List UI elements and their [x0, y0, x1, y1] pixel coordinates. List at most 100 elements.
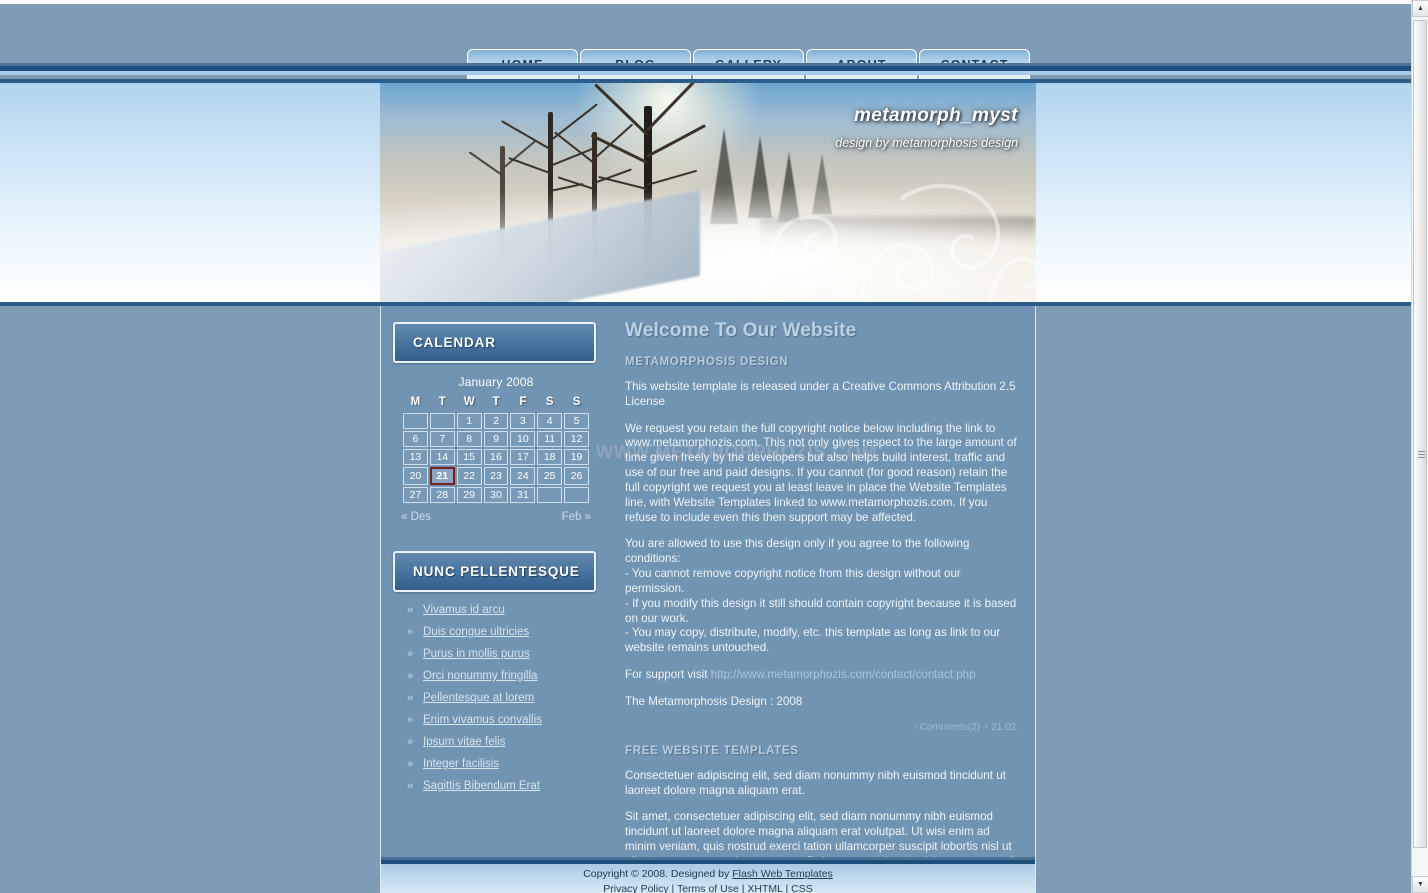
calendar-day[interactable]: 20 — [403, 467, 428, 485]
calendar-week-row: 27 28 29 30 31 — [403, 487, 589, 503]
copyright-text: Copyright © 2008. Designed by — [583, 868, 733, 880]
footer-link-privacy-policy[interactable]: Privacy Policy — [603, 883, 668, 893]
sidebar-link[interactable]: Ipsum vitae felis — [423, 736, 505, 748]
calendar-day[interactable]: 22 — [456, 467, 482, 485]
calendar-day[interactable]: 6 — [403, 431, 428, 447]
scrollbar-thumb[interactable] — [1413, 20, 1427, 848]
top-navigation-band: HOME BLOG GALLERY ABOUT CONTACT — [0, 4, 1411, 80]
list-item: » Sagittis Bibendum Erat — [407, 780, 607, 792]
sidebar-link[interactable]: Duis congue ultricies — [423, 626, 529, 638]
calendar-day[interactable]: 13 — [403, 449, 428, 465]
sidebar-link[interactable]: Vivamus id arcu — [423, 604, 505, 616]
page-title: Welcome To Our Website — [625, 320, 857, 341]
sidebar-panel-calendar-header[interactable]: CALENDAR — [393, 322, 596, 363]
calendar-day[interactable]: 16 — [483, 449, 509, 465]
weekday-header: T — [492, 396, 500, 408]
calendar-day[interactable]: 26 — [564, 467, 589, 485]
calendar-table: January 2008 M T W T F S S 1 2 3 4 5 6 7… — [401, 375, 591, 505]
calendar-day[interactable]: 1 — [456, 413, 482, 429]
calendar-day[interactable]: 7 — [429, 431, 455, 447]
sidebar-link[interactable]: Pellentesque at lorem — [423, 692, 534, 704]
support-prefix: For support visit — [625, 668, 711, 682]
calendar-next-month-link[interactable]: Feb » — [562, 511, 591, 523]
sidebar-panel-links-header[interactable]: NUNC PELLENTESQUE — [393, 551, 596, 592]
calendar-day[interactable]: 30 — [483, 487, 509, 503]
article-support-line: For support visit http://www.metamorphoz… — [625, 668, 1019, 683]
calendar-day-empty — [429, 413, 455, 429]
footer-links-line: Privacy Policy | Terms of Use | XHTML | … — [381, 882, 1035, 893]
calendar-day[interactable]: 23 — [483, 467, 509, 485]
article-meta: ▫ Comments(2) ◔ 21.02. — [625, 722, 1019, 733]
sidebar-link[interactable]: Purus in mollis purus — [423, 648, 530, 660]
calendar-month-label: January 2008 — [458, 375, 534, 389]
weekday-header: S — [572, 396, 581, 408]
chevron-right-icon: » — [407, 648, 414, 660]
calendar-day[interactable]: 3 — [510, 413, 536, 429]
calendar-day[interactable]: 14 — [429, 449, 455, 465]
browser-scrollbar[interactable]: ▲ ▼ — [1411, 0, 1428, 893]
calendar-day[interactable]: 2 — [483, 413, 509, 429]
chevron-right-icon: » — [407, 758, 414, 770]
list-item: » Duis congue ultricies — [407, 626, 607, 638]
content-columns: CALENDAR January 2008 M T W T F S S 1 2 … — [381, 306, 1035, 893]
calendar-day[interactable]: 15 — [456, 449, 482, 465]
browser-viewport: HOME BLOG GALLERY ABOUT CONTACT — [0, 0, 1428, 893]
banner-swirl-ornament — [750, 183, 1036, 302]
article-paragraph: This website template is released under … — [625, 380, 1016, 408]
calendar-day[interactable]: 19 — [564, 449, 589, 465]
calendar-day[interactable]: 25 — [537, 467, 563, 485]
main-content: Welcome To Our Website METAMORPHOSIS DES… — [607, 306, 1035, 893]
banner-region: metamorph_myst design by metamorphosis d… — [0, 79, 1411, 306]
calendar-day[interactable]: 28 — [429, 487, 455, 503]
calendar-day[interactable]: 29 — [456, 487, 482, 503]
calendar-day[interactable]: 11 — [537, 431, 563, 447]
weekday-header: M — [410, 396, 421, 408]
footer-copyright-line: Copyright © 2008. Designed by Flash Web … — [381, 867, 1035, 882]
calendar-day[interactable]: 18 — [537, 449, 563, 465]
sidebar: CALENDAR January 2008 M T W T F S S 1 2 … — [381, 306, 607, 859]
calendar-day[interactable]: 31 — [510, 487, 536, 503]
calendar-day[interactable]: 12 — [564, 431, 589, 447]
footer-separator: | — [668, 883, 677, 893]
chevron-right-icon: » — [407, 714, 414, 726]
calendar-day[interactable]: 24 — [510, 467, 536, 485]
sidebar-link[interactable]: Enim vivamus convallis — [423, 714, 542, 726]
list-item: » Integer facilisis — [407, 758, 607, 770]
banner-image: metamorph_myst design by metamorphosis d… — [380, 83, 1036, 302]
calendar-day[interactable]: 10 — [510, 431, 536, 447]
support-url-link[interactable]: http://www.metamorphozis.com/contact/con… — [711, 668, 976, 681]
scroll-up-arrow-icon[interactable]: ▲ — [1412, 0, 1428, 17]
calendar-day-empty — [537, 487, 563, 503]
calendar-day-today[interactable]: 21 — [429, 467, 455, 485]
sidebar-link[interactable]: Integer facilisis — [423, 758, 499, 770]
sidebar-link[interactable]: Sagittis Bibendum Erat — [423, 780, 540, 792]
list-item: » Enim vivamus convallis — [407, 714, 607, 726]
comments-link[interactable]: Comments(2) — [920, 722, 981, 733]
footer-link-terms-of-use[interactable]: Terms of Use — [677, 883, 739, 893]
calendar-day[interactable]: 17 — [510, 449, 536, 465]
calendar-day[interactable]: 4 — [537, 413, 563, 429]
article-title: FREE WEBSITE TEMPLATES — [625, 744, 799, 757]
article-conditions-list: You are allowed to use this design only … — [625, 537, 1017, 655]
article-signature: The Metamorphosis Design : 2008 — [625, 694, 803, 708]
calendar-navigation: « Des Feb » — [401, 511, 591, 523]
list-item: » Orci nonummy fringilla — [407, 670, 607, 682]
list-item: » Pellentesque at lorem — [407, 692, 607, 704]
calendar-day[interactable]: 27 — [403, 487, 428, 503]
designer-link[interactable]: Flash Web Templates — [732, 868, 833, 880]
weekday-header: T — [438, 396, 446, 408]
list-item: » Ipsum vitae felis — [407, 736, 607, 748]
calendar-day[interactable]: 8 — [456, 431, 482, 447]
banner-subtitle: design by metamorphosis design — [835, 136, 1018, 150]
footer-link-xhtml[interactable]: XHTML — [747, 883, 782, 893]
footer-link-css[interactable]: CSS — [791, 883, 813, 893]
calendar-prev-month-link[interactable]: « Des — [401, 511, 431, 523]
scrollbar-grip-icon — [1418, 451, 1425, 458]
scroll-down-arrow-icon[interactable]: ▼ — [1412, 876, 1428, 893]
calendar-week-row: 1 2 3 4 5 — [403, 413, 589, 429]
weekday-header: W — [463, 396, 475, 408]
sidebar-link[interactable]: Orci nonummy fringilla — [423, 670, 537, 682]
calendar-day[interactable]: 9 — [483, 431, 509, 447]
article-paragraph: Consectetuer adipiscing elit, sed diam n… — [625, 768, 1006, 797]
calendar-day[interactable]: 5 — [564, 413, 589, 429]
